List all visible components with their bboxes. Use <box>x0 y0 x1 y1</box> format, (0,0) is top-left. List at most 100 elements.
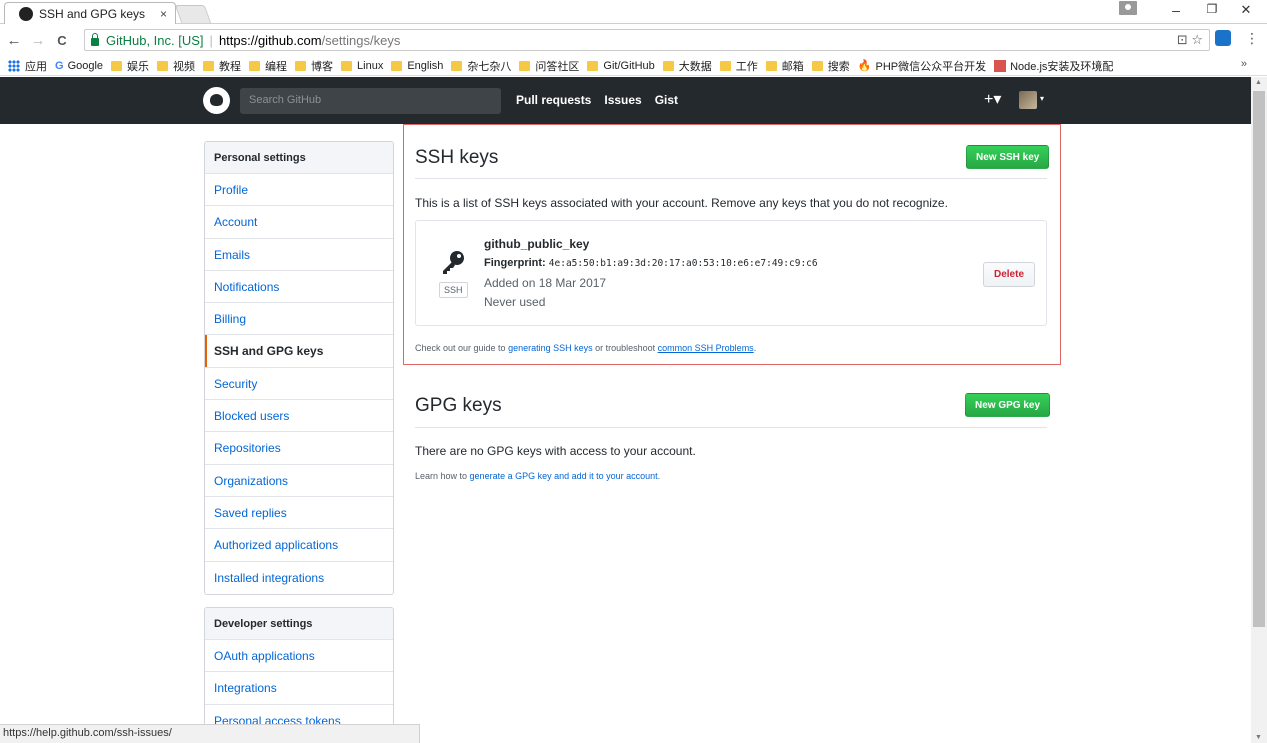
address-bar[interactable]: GitHub, Inc. [US] | https://github.com/s… <box>84 29 1210 51</box>
sidebar-item-profile[interactable]: Profile <box>205 174 393 207</box>
sidebar-item-authorized-applications[interactable]: Authorized applications <box>205 529 393 562</box>
forward-arrow-icon[interactable]: → <box>28 32 48 49</box>
bookmark-folder[interactable]: 问答社区 <box>519 58 579 74</box>
bookmark-folder[interactable]: 教程 <box>203 58 241 74</box>
avatar[interactable] <box>1019 91 1037 109</box>
generating-ssh-keys-link[interactable]: generating SSH keys <box>508 343 593 353</box>
lock-icon <box>91 32 99 46</box>
common-ssh-problems-link[interactable]: common SSH Problems <box>658 343 754 353</box>
ssh-type-label: SSH <box>439 282 468 298</box>
folder-icon <box>391 60 403 71</box>
url-host: https://github.com <box>218 32 322 48</box>
avatar-caret-icon[interactable]: ▾ <box>1040 94 1044 103</box>
sidebar-item-security[interactable]: Security <box>205 368 393 401</box>
new-tab-button[interactable] <box>174 5 212 23</box>
scroll-up-icon[interactable]: ▲ <box>1255 79 1262 86</box>
sidebar-item-integrations[interactable]: Integrations <box>205 672 393 705</box>
browser-toolbar: ← → C GitHub, Inc. [US] | https://github… <box>0 25 1267 55</box>
sidebar-item-notifications[interactable]: Notifications <box>205 271 393 304</box>
extension-icon[interactable] <box>1215 30 1231 46</box>
url-path: /settings/keys <box>321 32 401 48</box>
bookmark-folder[interactable]: English <box>391 60 443 72</box>
sidebar-item-saved-replies[interactable]: Saved replies <box>205 497 393 530</box>
nav-gist[interactable]: Gist <box>655 93 678 107</box>
divider <box>415 178 1047 179</box>
delete-key-button[interactable]: Delete <box>983 262 1036 287</box>
github-logo-icon[interactable] <box>203 87 230 114</box>
apps-grid-icon <box>8 59 20 72</box>
bookmark-folder[interactable]: 博客 <box>295 58 333 74</box>
translate-bookmark-star-icons[interactable]: ⊡ ☆ <box>1177 32 1203 48</box>
scroll-down-icon[interactable]: ▼ <box>1255 734 1262 741</box>
folder-icon <box>111 60 123 71</box>
bookmark-php[interactable]: 🔥 PHP微信公众平台开发 <box>858 58 986 74</box>
key-last-used: Never used <box>484 295 546 309</box>
new-ssh-key-button[interactable]: New SSH key <box>966 145 1050 169</box>
sidebar-item-account[interactable]: Account <box>205 206 393 239</box>
menu-heading: Personal settings <box>205 142 393 174</box>
bookmarks-more-icon[interactable]: » <box>1241 58 1247 70</box>
folder-icon <box>157 60 169 71</box>
browser-tab[interactable]: SSH and GPG keys × <box>4 2 176 24</box>
bookmark-folder[interactable]: Git/GitHub <box>587 60 655 72</box>
bookmark-nodejs[interactable]: Node.js安装及环境配 <box>994 58 1113 74</box>
bookmark-folder[interactable]: Linux <box>341 60 383 72</box>
sidebar-item-installed-integrations[interactable]: Installed integrations <box>205 562 393 594</box>
window-restore-button[interactable]: ❐ <box>1202 2 1222 16</box>
reload-icon[interactable]: C <box>52 33 72 48</box>
url-separator: | <box>209 32 213 48</box>
bookmark-folder[interactable]: 视频 <box>157 58 195 74</box>
sidebar-item-emails[interactable]: Emails <box>205 239 393 271</box>
sidebar-item-repositories[interactable]: Repositories <box>205 432 393 465</box>
browser-menu-icon[interactable]: ⋮ <box>1245 30 1259 47</box>
header-nav: Pull requests Issues Gist <box>516 93 678 107</box>
key-fingerprint: Fingerprint: 4e:a5:50:b1:a9:3d:20:17:a0:… <box>484 257 818 269</box>
bookmark-folder[interactable]: 娱乐 <box>111 58 149 74</box>
bookmark-folder[interactable]: 搜索 <box>811 58 850 74</box>
developer-settings-menu: Developer settings OAuth applications In… <box>204 607 394 732</box>
ssh-key-item: SSH github_public_key Fingerprint: 4e:a5… <box>415 220 1047 326</box>
ssh-description: This is a list of SSH keys associated wi… <box>415 196 948 210</box>
bookmark-folder[interactable]: 杂七杂八 <box>451 58 511 74</box>
nav-pull-requests[interactable]: Pull requests <box>516 93 591 107</box>
link-status-bar: https://help.github.com/ssh-issues/ <box>0 724 420 743</box>
search-input[interactable]: Search GitHub <box>240 88 501 114</box>
folder-icon <box>811 60 823 71</box>
sidebar-item-ssh-gpg-keys[interactable]: SSH and GPG keys <box>205 335 393 368</box>
bookmark-folder[interactable]: 大数据 <box>662 58 712 74</box>
gpg-learn-note: Learn how to generate a GPG key and add … <box>415 471 661 481</box>
page-scrollbar[interactable]: ▲ ▼ <box>1251 77 1267 743</box>
folder-icon <box>765 60 777 71</box>
sidebar-item-organizations[interactable]: Organizations <box>205 465 393 497</box>
sidebar-item-oauth-applications[interactable]: OAuth applications <box>205 640 393 673</box>
window-close-button[interactable]: ✕ <box>1236 2 1256 18</box>
create-new-plus-icon[interactable]: +▾ <box>984 89 1001 109</box>
personal-settings-menu: Personal settings Profile Account Emails… <box>204 141 394 595</box>
bookmark-folder[interactable]: 编程 <box>249 58 287 74</box>
sidebar-item-billing[interactable]: Billing <box>205 303 393 336</box>
key-added-date: Added on 18 Mar 2017 <box>484 276 607 290</box>
generate-gpg-key-link[interactable]: generate a GPG key and add it to your ac… <box>470 471 658 481</box>
divider <box>415 427 1047 428</box>
user-profile-icon[interactable] <box>1119 1 1137 15</box>
folder-icon <box>662 60 674 71</box>
ssh-guide-note: Check out our guide to generating SSH ke… <box>415 343 757 353</box>
gpg-empty-text: There are no GPG keys with access to you… <box>415 444 696 458</box>
site-icon <box>994 59 1007 72</box>
new-gpg-key-button[interactable]: New GPG key <box>965 393 1051 417</box>
bookmark-google[interactable]: G Google <box>55 60 103 72</box>
github-header: Search GitHub Pull requests Issues Gist … <box>0 77 1251 124</box>
window-minimize-button[interactable]: – <box>1166 2 1186 18</box>
github-favicon-icon <box>19 6 33 21</box>
sidebar-item-blocked-users[interactable]: Blocked users <box>205 400 393 433</box>
flame-icon: 🔥 <box>857 60 872 72</box>
menu-heading: Developer settings <box>205 608 393 640</box>
tab-close-icon[interactable]: × <box>160 7 167 21</box>
secure-org-label: GitHub, Inc. [US] <box>106 32 204 48</box>
bookmark-folder[interactable]: 工作 <box>719 58 758 74</box>
scrollbar-thumb[interactable] <box>1253 91 1265 627</box>
bookmark-apps[interactable]: 应用 <box>8 58 47 74</box>
back-arrow-icon[interactable]: ← <box>4 32 24 49</box>
bookmark-folder[interactable]: 邮箱 <box>765 58 804 74</box>
nav-issues[interactable]: Issues <box>604 93 641 107</box>
